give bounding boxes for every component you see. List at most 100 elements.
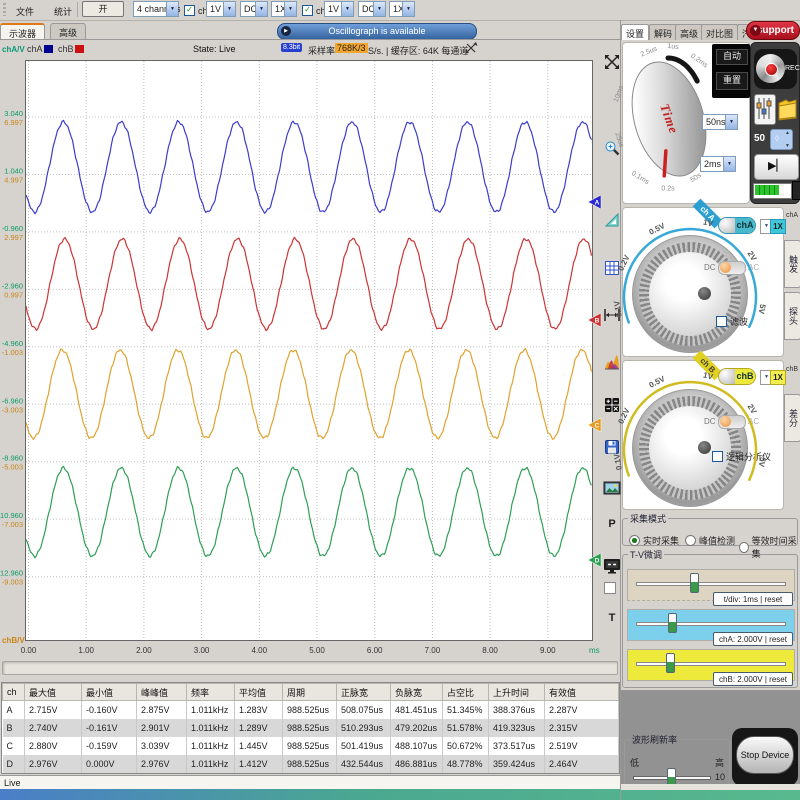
channel-a-filter-checkbox[interactable]: 滤波 xyxy=(716,315,748,328)
cha-reset-button[interactable]: chA: 2.000V | reset xyxy=(713,632,793,646)
channel-b-knob[interactable] xyxy=(632,389,748,507)
x-tick-label: 3.00 xyxy=(194,646,210,655)
legend-chA-swatch xyxy=(44,45,53,53)
display-icon[interactable] xyxy=(602,556,622,576)
chC-volt-select[interactable]: 1V▼ xyxy=(206,1,236,17)
slider-track xyxy=(636,662,786,666)
bits-badge: 8.3bit xyxy=(281,43,302,52)
folder-button[interactable] xyxy=(777,94,798,123)
table-row[interactable]: B2.740V-0.161V2.901V1.011kHz1.289V988.52… xyxy=(3,719,619,737)
table-cell: 2.880V xyxy=(25,737,82,755)
radio-realtime[interactable]: 实时采集 xyxy=(629,534,679,547)
counter-stepper[interactable]: ◊ ▲ ▼ xyxy=(770,129,793,150)
table-cell: 2.976V xyxy=(137,755,187,773)
chevron-down-icon: ▼ xyxy=(373,2,385,16)
play-button[interactable]: ▶▏ xyxy=(754,154,799,180)
set-square-icon[interactable] xyxy=(602,210,622,230)
chC-probe-select[interactable]: 1X▼ xyxy=(271,1,297,17)
y-tick-label-cha: -4.960 xyxy=(2,339,23,348)
table-cell: 3.039V xyxy=(137,737,187,755)
tabrow-divider xyxy=(0,39,620,40)
table-cell: -0.159V xyxy=(82,737,137,755)
knob-indicator-dot xyxy=(698,441,711,454)
download-icon: ▼ xyxy=(750,25,761,36)
toolbar-grip[interactable] xyxy=(3,3,6,16)
cursor-arrows-icon[interactable] xyxy=(464,41,478,55)
table-cell: 2.315V xyxy=(545,719,619,737)
timebase-select[interactable]: 2ms▼ xyxy=(700,156,736,172)
menu-file[interactable]: 文件 xyxy=(16,5,34,18)
record-button[interactable]: REC xyxy=(754,49,797,89)
chD-volt-select[interactable]: 1V▼ xyxy=(324,1,354,17)
tab-oscilloscope[interactable]: 示波器 xyxy=(0,23,45,40)
timebase-fast-select[interactable]: 50ns▼ xyxy=(702,114,738,130)
probe-side-tab[interactable]: 探头 xyxy=(784,292,800,340)
table-header-cell: ch xyxy=(3,684,25,701)
tab-decode[interactable]: 解码 xyxy=(649,24,677,40)
open-button[interactable]: 开 xyxy=(82,1,124,17)
tdiv-slider-thumb[interactable] xyxy=(690,573,699,593)
chD-coupling-select[interactable]: DC▼ xyxy=(358,1,386,17)
channel-a-filter-label: 滤波 xyxy=(730,315,748,328)
table-row[interactable]: A2.715V-0.160V2.875V1.011kHz1.283V988.52… xyxy=(3,701,619,720)
t-tool-icon[interactable]: T xyxy=(602,608,622,628)
table-cell: C xyxy=(3,737,25,755)
tab-settings[interactable]: 设置 xyxy=(621,24,649,40)
channel-b-side-label: chB xyxy=(786,366,798,373)
channel-b-probe[interactable]: 1X xyxy=(770,370,786,385)
y-tick-label-cha: -12.960 xyxy=(0,569,23,578)
cha-slider-thumb[interactable] xyxy=(668,613,677,633)
tab-compare[interactable]: 对比图 xyxy=(701,24,738,40)
histogram-icon[interactable] xyxy=(602,352,622,372)
channel-b-toggle[interactable]: chB xyxy=(718,368,756,385)
screenshot-icon[interactable] xyxy=(602,478,622,498)
chD-probe-select[interactable]: 1X▼ xyxy=(389,1,415,17)
channel-a-knob[interactable] xyxy=(632,235,748,353)
checkbox-box xyxy=(712,451,723,462)
trigger-side-tab[interactable]: 触发 xyxy=(784,240,800,288)
channel-a-coupling-toggle[interactable] xyxy=(718,261,746,275)
availability-banner[interactable]: ▶ Oscillograph is available xyxy=(277,23,477,40)
x-tick-label: 1.00 xyxy=(78,646,94,655)
sample-rate-label: 采样率 xyxy=(308,44,335,57)
chb-reset-button[interactable]: chB: 2.000V | reset xyxy=(713,672,793,686)
channel-a-toggle[interactable]: chA xyxy=(718,217,756,234)
chevron-down-icon: ▼ xyxy=(723,157,735,171)
table-cell: 1.412V xyxy=(235,755,283,773)
table-row[interactable]: D2.976V0.000V2.976V1.011kHz1.412V988.525… xyxy=(3,755,619,773)
chC-volt-value: 1V xyxy=(210,4,221,14)
waveform-plot[interactable]: 0.001.002.003.004.005.006.007.008.009.00… xyxy=(0,57,620,663)
channel-b-coupling-toggle[interactable] xyxy=(718,415,746,429)
channel-a-probe[interactable]: 1X xyxy=(770,219,786,234)
tab-advanced[interactable]: 高级 xyxy=(50,23,86,40)
horizontal-scrollbar[interactable] xyxy=(2,661,618,675)
differential-side-tab[interactable]: 差分 xyxy=(784,394,800,442)
expand-icon[interactable] xyxy=(602,52,622,72)
mixer-button[interactable] xyxy=(754,94,776,125)
table-cell: 419.323us xyxy=(489,719,545,737)
fine-tune-title: T-V微调 xyxy=(628,548,664,561)
chC-coupling-select[interactable]: DC▼ xyxy=(240,1,268,17)
legend-chB-swatch xyxy=(75,45,84,53)
y-tick-label-cha: -6.960 xyxy=(2,396,23,405)
checkbox-check-icon: ✓ xyxy=(302,5,313,16)
table-row[interactable]: C2.880V-0.159V3.039V1.011kHz1.445V988.52… xyxy=(3,737,619,755)
stop-device-button[interactable]: Stop Device xyxy=(736,736,794,774)
table-header-cell: 峰峰值 xyxy=(137,684,187,701)
record-label: REC xyxy=(785,65,800,72)
plot-option-checkbox[interactable] xyxy=(604,582,616,594)
p-tool-icon[interactable]: P xyxy=(602,514,622,534)
auto-button[interactable]: 自动 xyxy=(716,49,748,65)
math-icon[interactable] xyxy=(602,395,622,415)
chevron-down-icon: ▼ xyxy=(223,2,235,16)
menu-stats[interactable]: 统计 xyxy=(54,5,72,18)
chb-slider-thumb[interactable] xyxy=(666,653,675,673)
table-cell: 2.715V xyxy=(25,701,82,720)
support-button[interactable]: ▼ support xyxy=(746,21,800,40)
radio-peak-detect[interactable]: 峰值检测 xyxy=(685,534,735,547)
channels-select[interactable]: 4 channels▼ xyxy=(133,1,179,17)
tdiv-reset-button[interactable]: t/div: 1ms | reset xyxy=(713,592,793,606)
reset-button[interactable]: 重置 xyxy=(716,72,748,90)
tab-advanced-right[interactable]: 高级 xyxy=(675,24,703,40)
chD-volt-value: 1V xyxy=(328,4,339,14)
